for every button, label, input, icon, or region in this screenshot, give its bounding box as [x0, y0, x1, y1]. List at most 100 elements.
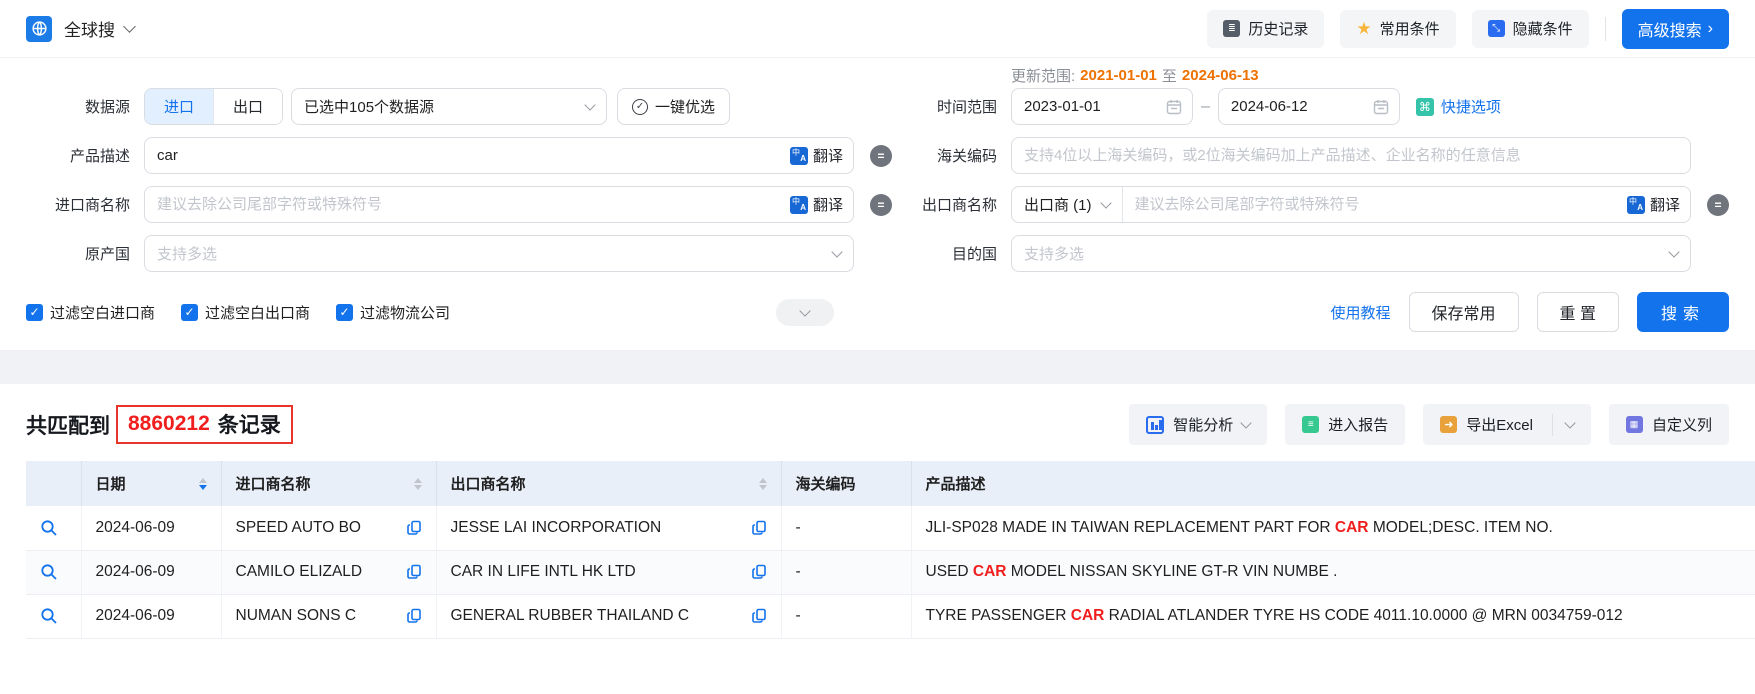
copy-icon[interactable]	[752, 564, 767, 580]
hs-code-cell: -	[781, 506, 911, 550]
form-left-column: 数据源 进口 出口 已选中105个数据源 ✓ 一键优选 产品描述 中A	[26, 62, 892, 284]
importer-input[interactable]	[157, 196, 782, 213]
collapse-arrows-icon: ⤡	[1488, 20, 1505, 37]
search-button[interactable]: 搜索	[1637, 292, 1729, 332]
save-conditions-button[interactable]: 保存常用	[1409, 292, 1519, 332]
importer-input-box: 中A 翻译	[144, 186, 854, 223]
exact-match-icon[interactable]: =	[870, 145, 892, 167]
exporter-cell: CAR IN LIFE INTL HK LTD	[451, 563, 636, 581]
detail-search-icon[interactable]	[40, 563, 67, 581]
translate-button[interactable]: 中A 翻译	[782, 145, 843, 166]
count-highlight-box: 8860212 条记录	[116, 405, 293, 444]
filter-logistics-checkbox[interactable]: ✓ 过滤物流公司	[336, 302, 450, 323]
product-desc-input-box: 中A 翻译	[144, 137, 854, 174]
hide-conditions-button[interactable]: ⤡ 隐藏条件	[1472, 10, 1589, 48]
translate-icon: 中A	[1627, 196, 1645, 214]
table-columns-icon: ▦	[1626, 416, 1643, 433]
bi-chart-icon	[1146, 416, 1164, 434]
chevron-down-icon[interactable]	[1564, 417, 1575, 428]
copy-icon[interactable]	[752, 520, 767, 536]
exporter-row: 出口商名称 出口商 (1) 中A 翻译 =	[892, 186, 1729, 223]
copy-icon[interactable]	[407, 520, 422, 536]
custom-columns-button[interactable]: ▦ 自定义列	[1609, 404, 1729, 445]
detail-search-icon[interactable]	[40, 519, 67, 537]
favorite-conditions-button[interactable]: ★ 常用条件	[1340, 10, 1455, 48]
advanced-search-button[interactable]: 高级搜索 ›	[1622, 9, 1729, 49]
reset-button[interactable]: 重 置	[1537, 292, 1619, 332]
origin-country-select[interactable]: 支持多选	[144, 235, 854, 272]
calendar-icon	[1166, 99, 1182, 115]
sort-icon[interactable]	[414, 478, 422, 490]
hs-code-input[interactable]	[1024, 147, 1680, 164]
importer-column-header[interactable]: 进口商名称	[221, 461, 436, 506]
translate-button[interactable]: 中A 翻译	[782, 194, 843, 215]
filters-row: ✓ 过滤空白进口商 ✓ 过滤空白出口商 ✓ 过滤物流公司 使用教程 保存常用 重…	[0, 284, 1755, 350]
filter-blank-exporter-checkbox[interactable]: ✓ 过滤空白出口商	[181, 302, 310, 323]
update-range: 更新范围: 2021-01-01 至 2024-06-13	[892, 62, 1729, 88]
exporter-cell: GENERAL RUBBER THAILAND C	[451, 607, 690, 625]
product-desc-cell: USED CAR MODEL NISSAN SKYLINE GT-R VIN N…	[911, 550, 1755, 594]
keyword-highlight: CAR	[973, 563, 1007, 580]
detail-column-header	[26, 461, 81, 506]
exporter-input[interactable]	[1123, 196, 1619, 213]
translate-icon: 中A	[790, 196, 808, 214]
app-name: 全球搜	[64, 16, 115, 41]
copy-icon[interactable]	[407, 608, 422, 624]
copy-icon[interactable]	[752, 608, 767, 624]
export-excel-button[interactable]: ➜ 导出Excel	[1423, 404, 1591, 445]
search-form: 数据源 进口 出口 已选中105个数据源 ✓ 一键优选 产品描述 中A	[0, 58, 1755, 284]
update-range-end: 2024-06-13	[1182, 67, 1259, 84]
checkbox-checked-icon: ✓	[181, 304, 198, 321]
origin-country-label: 原产国	[26, 243, 144, 264]
importer-cell: SPEED AUTO BO	[236, 519, 361, 537]
time-range-label: 时间范围	[892, 96, 1011, 117]
one-click-optimize-button[interactable]: ✓ 一键优选	[617, 88, 730, 125]
date-column-header[interactable]: 日期	[81, 461, 221, 506]
app-switcher-chevron-icon[interactable]	[123, 20, 136, 33]
product-desc-label: 产品描述	[26, 145, 144, 166]
detail-search-icon[interactable]	[40, 607, 67, 625]
import-export-toggle: 进口 出口	[144, 88, 283, 125]
enter-report-button[interactable]: ≡ 进入报告	[1285, 404, 1405, 445]
checkbox-checked-icon: ✓	[26, 304, 43, 321]
import-tab[interactable]: 进口	[145, 89, 213, 124]
hs-code-column-header: 海关编码	[781, 461, 911, 506]
translate-button[interactable]: 中A 翻译	[1619, 194, 1690, 215]
smart-analysis-button[interactable]: 智能分析	[1129, 404, 1267, 445]
hs-code-row: 海关编码	[892, 137, 1729, 174]
match-count: 共匹配到 8860212 条记录	[26, 405, 293, 444]
exporter-input-group: 出口商 (1) 中A 翻译	[1011, 186, 1691, 223]
sort-icon[interactable]	[199, 478, 207, 490]
sort-icon[interactable]	[759, 478, 767, 490]
export-tab[interactable]: 出口	[213, 89, 282, 124]
exporter-column-header[interactable]: 出口商名称	[436, 461, 781, 506]
update-range-start: 2021-01-01	[1080, 67, 1157, 84]
divider	[1605, 17, 1606, 41]
tutorial-link[interactable]: 使用教程	[1331, 302, 1391, 323]
copy-icon[interactable]	[407, 564, 422, 580]
top-bar: 全球搜 ≣ 历史记录 ★ 常用条件 ⤡ 隐藏条件 高级搜索 ›	[0, 0, 1755, 58]
product-desc-row: 产品描述 中A 翻译 =	[26, 137, 892, 174]
exporter-cell: JESSE LAI INCORPORATION	[451, 519, 662, 537]
start-date-input[interactable]: 2023-01-01	[1011, 88, 1193, 125]
count-number: 8860212	[128, 412, 210, 436]
date-separator: –	[1201, 98, 1210, 116]
results-header: 共匹配到 8860212 条记录 智能分析 ≡ 进入报告 ➜ 导出Excel ▦…	[0, 384, 1755, 461]
data-source-select[interactable]: 已选中105个数据源	[291, 88, 607, 125]
table-row: 2024-06-09 CAMILO ELIZALD CAR IN LIFE IN…	[26, 550, 1755, 594]
exporter-label: 出口商名称	[892, 194, 1011, 215]
quick-options-link[interactable]: ⌘ 快捷选项	[1416, 96, 1501, 117]
end-date-input[interactable]: 2024-06-12	[1218, 88, 1400, 125]
filter-blank-importer-checkbox[interactable]: ✓ 过滤空白进口商	[26, 302, 155, 323]
chevron-down-icon	[584, 99, 595, 110]
history-button[interactable]: ≣ 历史记录	[1207, 10, 1324, 48]
exact-match-icon[interactable]: =	[1707, 194, 1729, 216]
data-source-label: 数据源	[26, 96, 144, 117]
chevron-down-icon	[1241, 417, 1252, 428]
command-icon: ⌘	[1416, 98, 1434, 116]
collapse-form-button[interactable]	[776, 299, 834, 326]
exporter-type-select[interactable]: 出口商 (1)	[1012, 187, 1123, 222]
dest-country-select[interactable]: 支持多选	[1011, 235, 1691, 272]
exact-match-icon[interactable]: =	[870, 194, 892, 216]
product-desc-input[interactable]	[157, 147, 782, 164]
